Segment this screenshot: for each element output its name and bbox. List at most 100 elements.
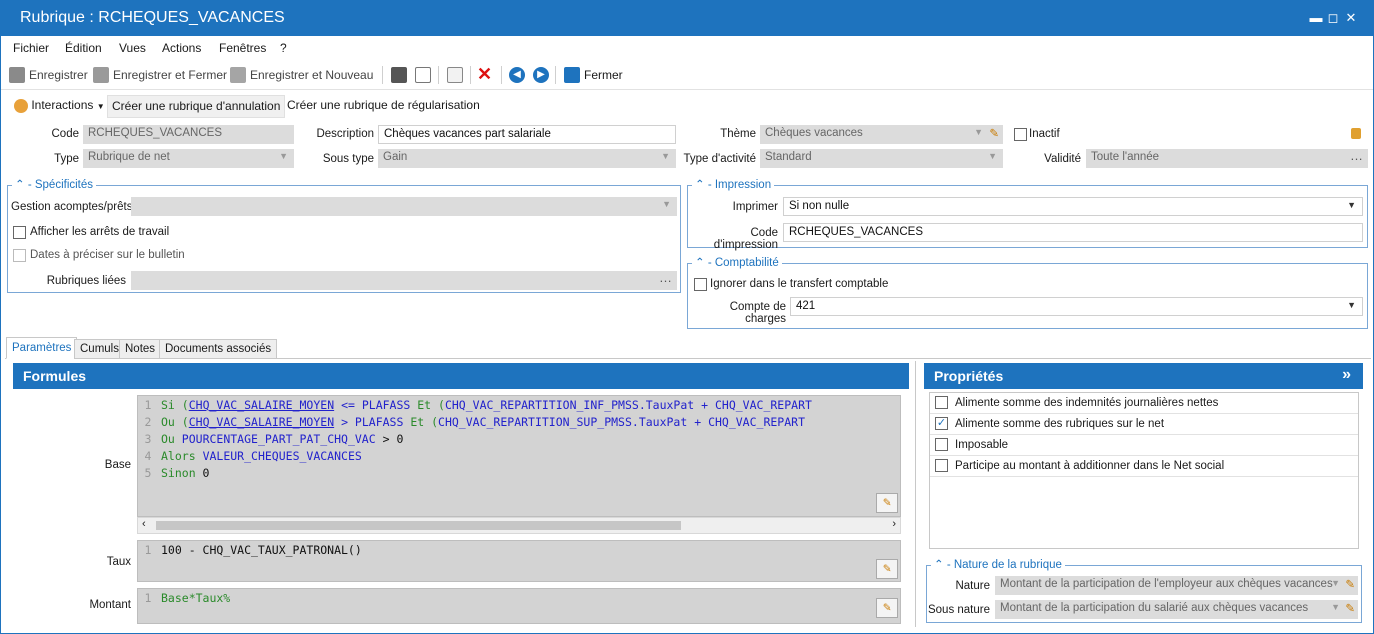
save-new-icon: [230, 67, 246, 83]
liees-label: Rubriques liées: [46, 275, 126, 287]
create-regul-button[interactable]: Créer une rubrique de régularisation: [283, 95, 484, 118]
menu-fichier[interactable]: Fichier: [13, 41, 49, 55]
scroll-right-icon[interactable]: ›: [892, 518, 896, 530]
edit-pencil-icon[interactable]: ✎: [989, 126, 999, 140]
separator: [470, 66, 471, 84]
close-button[interactable]: Fermer: [564, 67, 623, 83]
create-cancel-button[interactable]: Créer une rubrique d'annulation: [107, 95, 286, 118]
scroll-thumb[interactable]: [156, 521, 681, 530]
dropdown-arrow-icon: ▼: [1331, 602, 1340, 612]
base-editor[interactable]: 1 Si (CHQ_VAC_SALAIRE_MOYEN <= PLAFASS E…: [137, 395, 901, 517]
acomptes-select[interactable]: ▼: [131, 197, 677, 216]
property-checkbox[interactable]: [935, 396, 948, 409]
nature-select[interactable]: Montant de la participation de l'employe…: [995, 576, 1358, 595]
scroll-left-icon[interactable]: ‹: [142, 518, 146, 530]
ignorer-checkbox[interactable]: [694, 278, 707, 291]
type-label: Type: [54, 153, 79, 165]
close-icon[interactable]: ✕: [1342, 10, 1360, 26]
save-button[interactable]: Enregistrer: [9, 67, 88, 83]
menu-vues[interactable]: Vues: [119, 41, 146, 55]
edit-pencil-icon[interactable]: ✎: [1345, 577, 1355, 591]
dropdown-arrow-icon: ▼: [1347, 200, 1356, 210]
action-bar: Interactions ▼ Créer une rubrique d'annu…: [1, 91, 1373, 121]
formules-header: Formules: [13, 363, 909, 389]
edit-pencil-icon[interactable]: ✎: [876, 493, 898, 513]
title-bar: Rubrique : RCHEQUES_VACANCES ▬ ◻ ✕: [1, 1, 1373, 36]
delete-icon[interactable]: ✕: [477, 64, 492, 85]
dropdown-arrow-icon: ▼: [1347, 300, 1356, 310]
tab-parametres[interactable]: Paramètres: [6, 337, 78, 359]
dates-checkbox[interactable]: [13, 249, 26, 262]
type-select[interactable]: Rubrique de net ▼: [83, 149, 294, 168]
code-impression-field[interactable]: RCHEQUES_VACANCES: [783, 223, 1363, 242]
list-item[interactable]: Imposable: [930, 435, 1358, 456]
close-doc-icon: [564, 67, 580, 83]
taux-editor[interactable]: 1 100 - CHQ_VAC_TAUX_PATRONAL() ✎: [137, 540, 901, 582]
montant-editor[interactable]: 1 Base*Taux% ✎: [137, 588, 901, 624]
liees-field[interactable]: …: [131, 271, 677, 290]
list-item[interactable]: Alimente somme des indemnités journalièr…: [930, 393, 1358, 414]
ellipsis-icon[interactable]: …: [659, 271, 672, 285]
nature-title[interactable]: ⌃ - Nature de la rubrique: [931, 557, 1065, 571]
menu-actions[interactable]: Actions: [162, 41, 201, 55]
validite-label: Validité: [1044, 153, 1081, 165]
inactif-checkbox[interactable]: [1014, 128, 1027, 141]
horizontal-scrollbar[interactable]: ‹ ›: [137, 517, 901, 534]
ignorer-label: Ignorer dans le transfert comptable: [710, 278, 889, 290]
tab-documents[interactable]: Documents associés: [159, 339, 278, 359]
description-field[interactable]: Chèques vacances part salariale: [378, 125, 676, 144]
theme-select[interactable]: Chèques vacances ▼ ✎: [760, 125, 1003, 144]
menu-help[interactable]: ?: [280, 41, 287, 55]
specificites-title[interactable]: ⌃ - Spécificités: [12, 177, 97, 191]
tab-cumuls[interactable]: Cumuls: [74, 339, 125, 359]
interactions-button[interactable]: Interactions ▼: [10, 95, 109, 118]
comptabilite-title[interactable]: ⌃ - Comptabilité: [692, 255, 782, 269]
code-field[interactable]: RCHEQUES_VACANCES: [83, 125, 294, 144]
imprimer-label: Imprimer: [732, 201, 778, 213]
window: Rubrique : RCHEQUES_VACANCES ▬ ◻ ✕ Fichi…: [0, 0, 1374, 634]
proprietes-header: Propriétés »: [924, 363, 1363, 389]
minimize-icon[interactable]: ▬: [1307, 10, 1325, 25]
print-icon[interactable]: [391, 67, 407, 83]
ellipsis-icon[interactable]: …: [1350, 149, 1363, 163]
list-item[interactable]: Participe au montant à additionner dans …: [930, 456, 1358, 477]
copy-icon[interactable]: [447, 67, 463, 83]
save-icon: [9, 67, 25, 83]
impression-title[interactable]: ⌃ - Impression: [692, 177, 775, 191]
sousnature-select[interactable]: Montant de la participation du salarié a…: [995, 600, 1358, 619]
soustype-select[interactable]: Gain ▼: [378, 149, 676, 168]
menu-edition[interactable]: Édition: [65, 41, 102, 55]
expand-icon[interactable]: »: [1342, 366, 1351, 384]
code-label: Code: [51, 128, 80, 140]
previous-icon[interactable]: ◀: [509, 67, 525, 83]
menu-fenetres[interactable]: Fenêtres: [219, 41, 266, 55]
imprimer-select[interactable]: Si non nulle ▼: [783, 197, 1363, 216]
compte-select[interactable]: 421 ▼: [790, 297, 1363, 316]
next-icon[interactable]: ▶: [533, 67, 549, 83]
save-new-button[interactable]: Enregistrer et Nouveau: [230, 67, 373, 83]
separator: [438, 66, 439, 84]
property-checkbox[interactable]: [935, 438, 948, 451]
menu-bar: Fichier Édition Vues Actions Fenêtres ?: [1, 36, 1373, 60]
arrets-checkbox[interactable]: [13, 226, 26, 239]
activite-select[interactable]: Standard ▼: [760, 149, 1003, 168]
save-close-button[interactable]: Enregistrer et Fermer: [93, 67, 227, 83]
edit-pencil-icon[interactable]: ✎: [876, 559, 898, 579]
separator: [382, 66, 383, 84]
property-checkbox[interactable]: [935, 459, 948, 472]
panel-splitter[interactable]: [915, 361, 916, 627]
maximize-icon[interactable]: ◻: [1324, 10, 1342, 26]
property-checkbox[interactable]: ✓: [935, 417, 948, 430]
montant-label: Montant: [89, 599, 131, 611]
taux-label: Taux: [106, 556, 131, 568]
save-close-icon: [93, 67, 109, 83]
description-label: Description: [316, 128, 374, 140]
validite-field[interactable]: Toute l'année…: [1086, 149, 1368, 168]
base-label: Base: [104, 459, 131, 471]
list-item[interactable]: ✓ Alimente somme des rubriques sur le ne…: [930, 414, 1358, 435]
edit-pencil-icon[interactable]: ✎: [876, 598, 898, 618]
code-line: 1 Si (CHQ_VAC_SALAIRE_MOYEN <= PLAFASS E…: [144, 398, 812, 412]
edit-pencil-icon[interactable]: ✎: [1345, 601, 1355, 615]
tab-notes[interactable]: Notes: [119, 339, 162, 359]
print-preview-icon[interactable]: [415, 67, 431, 83]
